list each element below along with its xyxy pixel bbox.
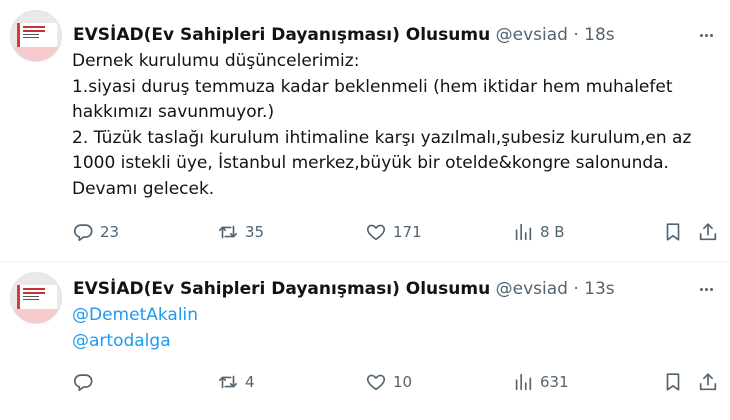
- retweet-icon: [218, 375, 238, 389]
- retweet-icon: [218, 225, 238, 239]
- like-button[interactable]: 171: [365, 220, 422, 244]
- tweet[interactable]: EVSİAD(Ev Sahipleri Dayanışması) Olusumu…: [0, 0, 730, 261]
- tweet-header: EVSİAD(Ev Sahipleri Dayanışması) Olusumu…: [73, 24, 615, 46]
- views-button[interactable]: 631: [512, 370, 569, 394]
- views-count: 8 B: [540, 223, 565, 241]
- retweet-button[interactable]: 4: [217, 370, 255, 394]
- tweet-text: @DemetAkalin @artodalga: [72, 303, 712, 354]
- bookmark-icon: [666, 223, 680, 241]
- header-separator: ·: [573, 25, 579, 45]
- avatar[interactable]: [10, 272, 62, 324]
- author-name[interactable]: EVSİAD(Ev Sahipleri Dayanışması) Olusumu: [73, 279, 490, 299]
- retweet-button[interactable]: 35: [217, 220, 264, 244]
- views-count: 631: [540, 373, 569, 391]
- bookmark-button[interactable]: [662, 370, 684, 394]
- tweet-actions: 4 10 631: [72, 370, 718, 394]
- tweet-line: 1000 istekli üye, İstanbul merkez,büyük …: [72, 153, 669, 173]
- author-name[interactable]: EVSİAD(Ev Sahipleri Dayanışması) Olusumu: [73, 25, 490, 45]
- more-icon[interactable]: [694, 279, 718, 299]
- retweet-count: 4: [245, 373, 255, 391]
- reply-icon: [73, 224, 93, 242]
- tweet-line: 1.siyasi duruş temmuza kadar beklenmeli …: [72, 76, 673, 97]
- tweet[interactable]: EVSİAD(Ev Sahipleri Dayanışması) Olusumu…: [0, 262, 730, 420]
- views-icon: [515, 223, 532, 241]
- author-handle[interactable]: @evsiad: [496, 25, 568, 45]
- tweet-line: 2. Tüzük taslağı kurulum ihtimaline karş…: [72, 127, 692, 148]
- avatar[interactable]: [10, 10, 62, 62]
- header-separator: ·: [573, 279, 579, 299]
- retweet-count: 35: [245, 223, 265, 241]
- reply-icon: [73, 374, 93, 392]
- author-handle[interactable]: @evsiad: [496, 279, 568, 299]
- reply-button[interactable]: 23: [72, 220, 119, 244]
- mention-link[interactable]: @artodalga: [72, 331, 171, 351]
- bookmark-button[interactable]: [662, 220, 684, 244]
- tweet-line: hakkımızı savunmuyor.): [72, 102, 275, 122]
- reply-count: 23: [100, 223, 120, 241]
- share-icon: [699, 373, 717, 391]
- views-button[interactable]: 8 B: [512, 220, 565, 244]
- tweet-text: Dernek kurulumu düşüncelerimiz: 1.siyasi…: [72, 49, 712, 202]
- reply-button[interactable]: [72, 370, 100, 394]
- like-icon: [366, 374, 386, 391]
- like-button[interactable]: 10: [365, 370, 412, 394]
- tweet-line: Devamı gelecek.: [72, 178, 215, 199]
- tweet-actions: 23 35 171 8 B: [72, 220, 718, 244]
- like-icon: [366, 224, 386, 241]
- bookmark-icon: [666, 373, 680, 391]
- like-count: 10: [393, 373, 413, 391]
- tweet-header: EVSİAD(Ev Sahipleri Dayanışması) Olusumu…: [73, 278, 615, 300]
- mention-link[interactable]: @DemetAkalin: [72, 305, 198, 325]
- more-icon[interactable]: [694, 25, 718, 45]
- tweet-time[interactable]: 13s: [584, 279, 615, 299]
- tweet-time[interactable]: 18s: [584, 25, 615, 45]
- like-count: 171: [393, 223, 422, 241]
- views-icon: [515, 373, 532, 391]
- tweet-line: Dernek kurulumu düşüncelerimiz:: [72, 51, 360, 71]
- share-button[interactable]: [697, 370, 719, 394]
- share-button[interactable]: [697, 220, 719, 244]
- share-icon: [699, 223, 717, 241]
